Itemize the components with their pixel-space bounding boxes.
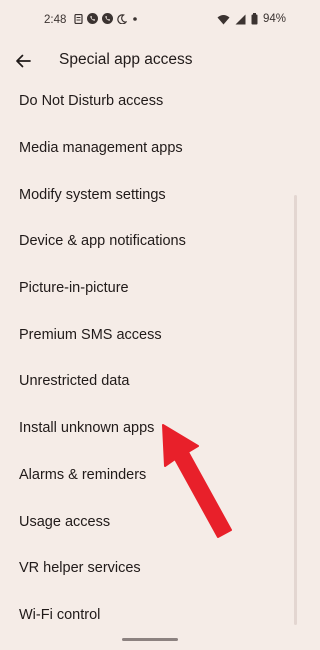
gesture-nav-handle[interactable] xyxy=(122,638,178,641)
annotation-arrow xyxy=(162,424,232,538)
